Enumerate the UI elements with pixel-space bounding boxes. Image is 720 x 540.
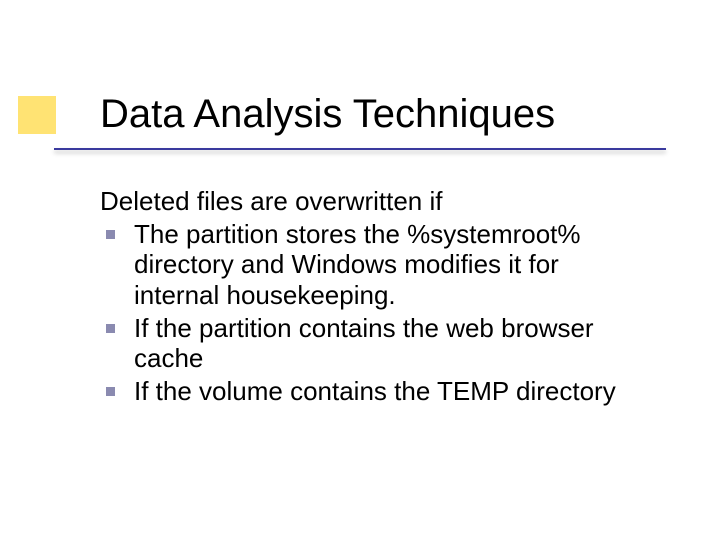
list-item-text: If the partition contains the web browse… [134, 313, 594, 374]
title-area: Data Analysis Techniques [100, 92, 680, 136]
bullet-list: The partition stores the %systemroot% di… [100, 219, 650, 407]
square-bullet-icon [106, 324, 115, 333]
list-item-text: The partition stores the %systemroot% di… [134, 219, 581, 310]
slide-title: Data Analysis Techniques [100, 92, 680, 136]
title-underline [54, 148, 666, 150]
square-bullet-icon [106, 230, 115, 239]
list-item: If the volume contains the TEMP director… [134, 376, 650, 407]
list-item: The partition stores the %systemroot% di… [134, 219, 650, 311]
list-item-text: If the volume contains the TEMP director… [134, 376, 616, 406]
slide: Data Analysis Techniques Deleted files a… [0, 0, 720, 540]
accent-square [18, 96, 56, 134]
body-area: Deleted files are overwritten if The par… [100, 186, 650, 409]
lead-text: Deleted files are overwritten if [100, 186, 650, 217]
list-item: If the partition contains the web browse… [134, 313, 650, 374]
square-bullet-icon [106, 387, 115, 396]
